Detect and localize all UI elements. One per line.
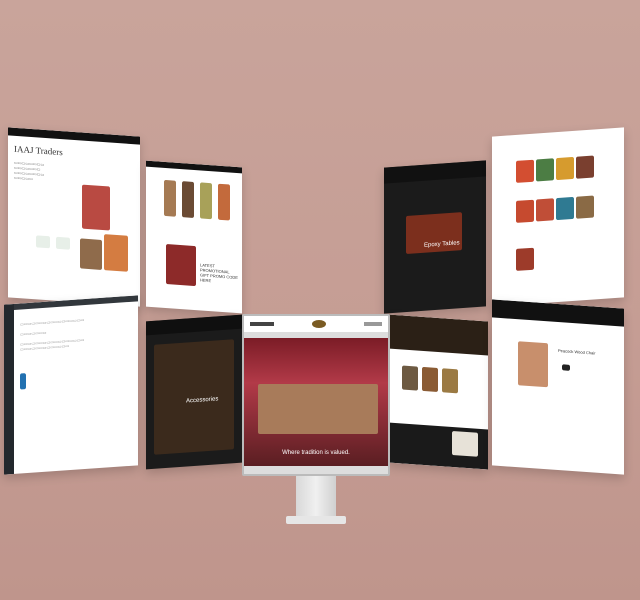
admin-button	[20, 373, 26, 390]
panel-company-intro: IAAJ Traders ▭▭▭▭▭▭▭▭ ▭▭▭▭▭▭▭ ▭▭▭▭▭▭▭▭ ▭▭▭▭…	[8, 127, 140, 307]
feature-box	[36, 235, 50, 249]
hero-banner: Where tradition is valued.	[244, 338, 388, 466]
logo	[312, 320, 326, 328]
monitor-base	[286, 516, 346, 524]
nav-icons	[364, 322, 382, 326]
monitor: Where tradition is valued.	[242, 314, 390, 526]
product-main-image	[518, 341, 548, 388]
paragraph-lines: ▭▭▭▭▭▭▭▭ ▭▭▭▭▭▭▭ ▭▭▭▭▭▭▭▭ ▭▭▭▭▭	[14, 159, 45, 182]
product-image	[200, 182, 212, 220]
grid-item	[516, 199, 534, 223]
grid-item	[516, 159, 534, 183]
product-image	[218, 183, 230, 221]
panel-header-image	[388, 314, 488, 356]
website-nav	[244, 316, 388, 332]
grid-item	[536, 198, 554, 222]
grid-item	[556, 196, 574, 221]
monitor-screen: Where tradition is valued.	[242, 314, 390, 476]
panel-accessories: Accessories	[146, 314, 242, 470]
product-image	[82, 184, 110, 231]
grid-item	[576, 155, 594, 179]
panel-promo: LATEST PROMOTIONAL GIFT PROMO CODE HERE	[146, 160, 242, 314]
panel-epoxy-table: Epoxy Tables	[384, 160, 486, 314]
hero-furniture	[258, 384, 378, 434]
product-image	[80, 238, 102, 270]
promo-headline: LATEST PROMOTIONAL GIFT PROMO CODE HERE	[200, 262, 238, 284]
product-image	[402, 365, 418, 391]
search-box	[250, 322, 274, 326]
product-image	[182, 181, 194, 218]
feature-box	[56, 236, 70, 250]
map-thumbnail	[452, 430, 478, 457]
panel-product-grid	[492, 127, 624, 307]
product-image	[164, 179, 176, 217]
company-title: IAAJ Traders	[14, 143, 63, 158]
grid-item	[576, 195, 594, 219]
product-image	[442, 368, 458, 394]
product-image	[104, 234, 128, 272]
promo-image	[166, 244, 196, 287]
add-to-cart-button	[562, 364, 570, 371]
panel-footer-contact	[388, 314, 488, 470]
product-title: Peacock Wood Chair	[558, 348, 596, 356]
grid-item	[516, 247, 534, 271]
product-image	[422, 366, 438, 392]
panel-product-detail: Peacock Wood Chair	[492, 299, 624, 475]
admin-lines: ▭▭▭▭▭▭▭▭▭▭▭▭▭▭▭▭▭ ▭▭▭▭▭▭▭ ▭▭▭▭▭▭▭▭▭▭▭▭▭▭▭▭…	[20, 317, 85, 352]
grid-item	[536, 158, 554, 182]
hero-tagline: Where tradition is valued.	[282, 450, 350, 456]
grid-item	[556, 156, 574, 181]
panel-admin-dashboard: ▭▭▭▭▭▭▭▭▭▭▭▭▭▭▭▭▭ ▭▭▭▭▭▭▭ ▭▭▭▭▭▭▭▭▭▭▭▭▭▭▭▭…	[4, 295, 138, 475]
monitor-stand	[296, 476, 336, 516]
admin-sidebar	[4, 303, 14, 475]
